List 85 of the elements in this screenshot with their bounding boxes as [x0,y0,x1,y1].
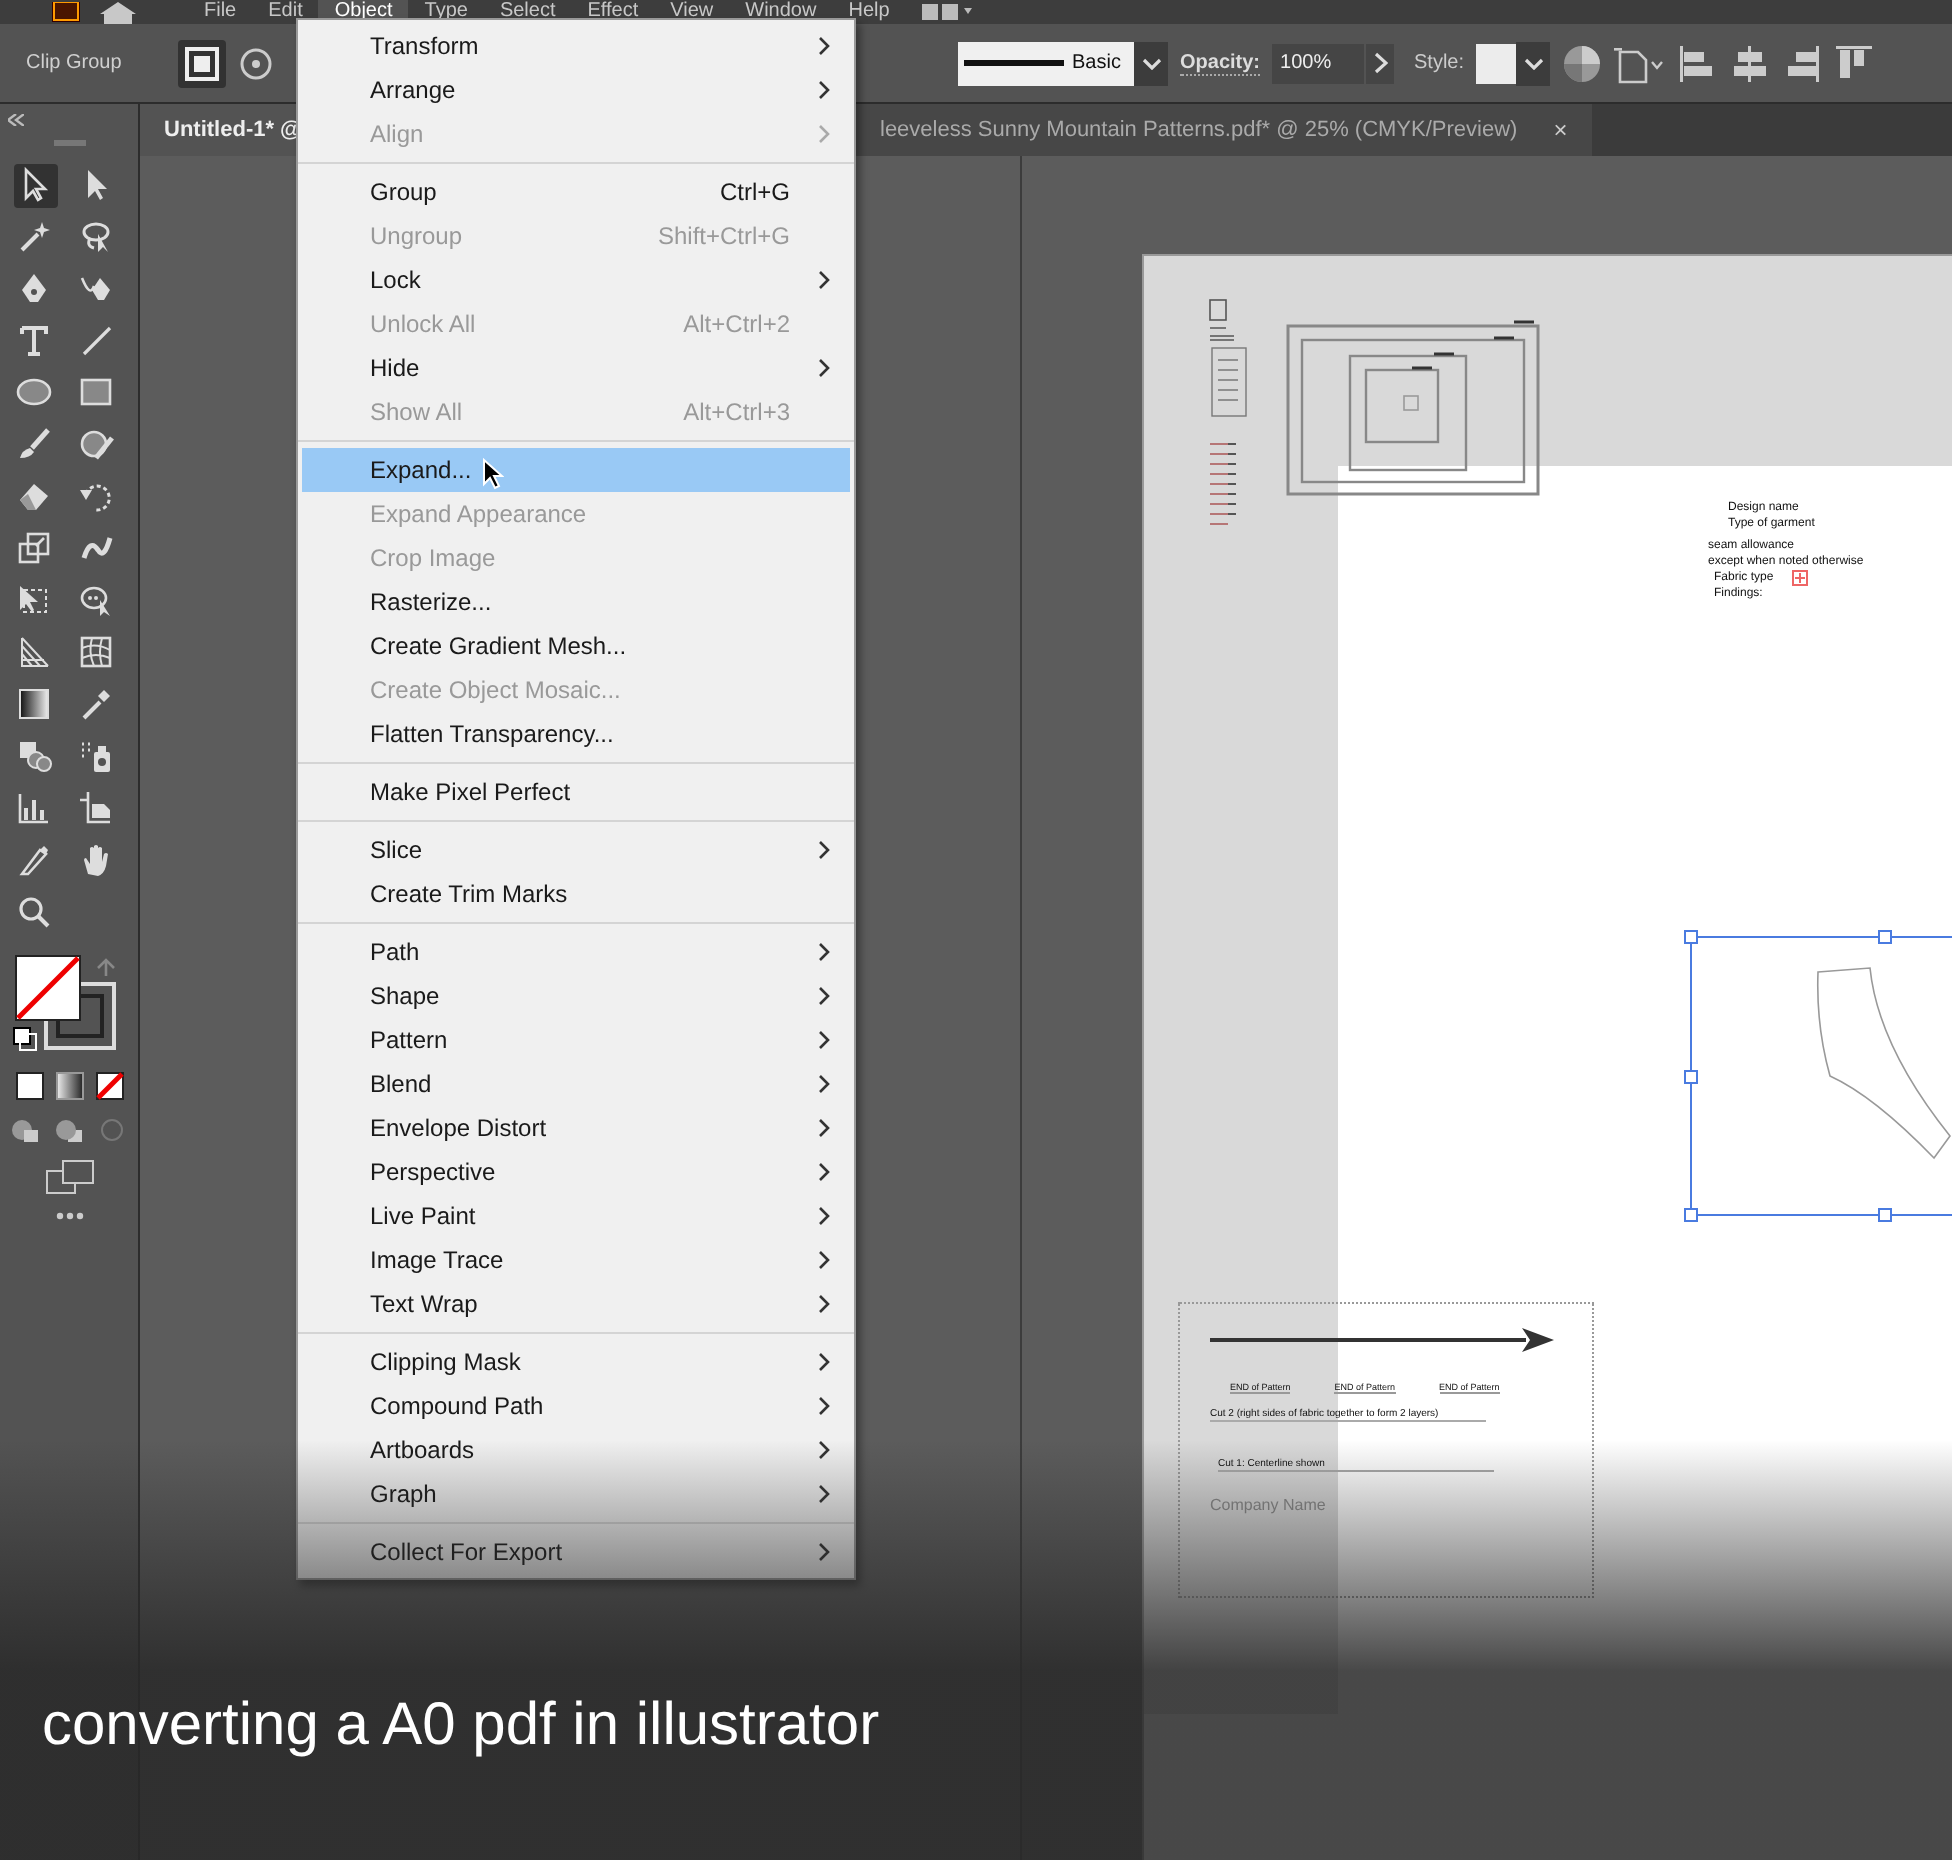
none-swatch-icon[interactable] [95,1072,123,1100]
menu-item[interactable]: Path [302,930,850,974]
resize-handle[interactable] [1684,1070,1698,1084]
document-tab[interactable]: leeveless Sunny Mountain Patterns.pdf* @ 25% (CMYK/Preview) × [856,104,1592,156]
menu-item[interactable]: Collect For Export [302,1530,850,1574]
tab-title: leeveless Sunny Mountain Patterns.pdf* @ 25% (CMYK/Preview) [880,118,1518,142]
menu-item[interactable]: Window [729,0,833,24]
menu-item[interactable]: Graph [302,1472,850,1516]
draw-behind-icon[interactable] [53,1116,85,1144]
menu-item[interactable]: Arrange [302,68,850,112]
opacity-field[interactable]: 100% [1272,43,1365,83]
shortcut-text: Alt+Ctrl+2 [683,310,790,338]
square-frame-icon[interactable] [184,45,220,81]
menu-item[interactable]: Compound Path [302,1384,850,1428]
menu-item[interactable]: Select [483,0,572,24]
align-center-icon[interactable] [1730,43,1771,83]
menu-item[interactable]: Perspective [302,1150,850,1194]
screen-mode-icon[interactable] [45,1160,93,1196]
menu-item[interactable]: Make Pixel Perfect [302,770,850,814]
menu-item[interactable]: Create Gradient Mesh... [302,624,850,668]
close-tab-button[interactable]: × [1553,116,1568,144]
stroke-line-icon [964,59,1064,67]
menu-item[interactable]: Hide [302,346,850,390]
shortcut-text: Ctrl+G [719,178,790,206]
menu-item[interactable]: Effect [571,0,655,24]
stroke-style-dropdown[interactable]: Basic [958,41,1134,85]
app-logo-icon [52,2,80,22]
selection-bounding-box[interactable] [1690,936,1952,1216]
dropdown-button[interactable] [1134,41,1168,85]
menu-item[interactable]: Live Paint [302,1194,850,1238]
menu-item[interactable]: Slice [302,828,850,872]
menu-item[interactable]: Expand... [302,448,850,492]
resize-handle[interactable] [1684,930,1698,944]
gradient-swatch-icon[interactable] [55,1072,83,1100]
target-circle-icon[interactable] [238,45,274,81]
menu-item[interactable]: Shape [302,974,850,1018]
chevron-down-icon [1523,57,1544,69]
opacity-arrow-button[interactable] [1366,43,1395,83]
menu-item[interactable]: Image Trace [302,1238,850,1282]
shortcut-text: Alt+Ctrl+3 [683,398,790,426]
menu-item[interactable]: Artboards [302,1428,850,1472]
chevron-right-icon [1373,52,1388,74]
shortcut-text: Shift+Ctrl+G [657,222,790,250]
grainline-arrow-icon [1210,1328,1554,1352]
menu-item[interactable]: Rasterize... [302,580,850,624]
menu-item[interactable]: Flatten Transparency... [302,712,850,756]
chevron-down-icon [1141,57,1161,69]
resize-handle[interactable] [1684,1208,1698,1222]
color-swatch-icon[interactable] [15,1072,43,1100]
resize-handle[interactable] [1878,930,1892,944]
opacity-label[interactable]: Opacity: [1180,51,1261,75]
align-top-icon[interactable] [1834,43,1875,83]
menu-item[interactable]: Group Ctrl+G [302,170,850,214]
menu-item[interactable]: Create Trim Marks [302,872,850,916]
workspace-icon[interactable] [921,4,974,20]
menu-item[interactable]: Blend [302,1062,850,1106]
menu-item[interactable]: Transform [302,24,850,68]
stroke-style-name: Basic [1072,52,1121,74]
collapse-double-arrow-icon[interactable] [8,114,24,127]
menu-item[interactable]: Pattern [302,1018,850,1062]
dropdown-button[interactable] [1516,41,1551,85]
resize-handle[interactable] [1878,1208,1892,1222]
video-caption: converting a A0 pdf in illustrator [40,1692,880,1762]
menu-item[interactable]: View [654,0,730,24]
menu-item[interactable]: Clipping Mask [302,1340,850,1384]
company-name-text: Company Name [1210,1496,1328,1514]
document-setup-icon[interactable] [1614,43,1667,83]
menu-item[interactable]: Envelope Distort [302,1106,850,1150]
menu-item[interactable]: Help [832,0,906,24]
more-dots-icon[interactable] [55,1212,83,1220]
panel-grip-icon [53,139,85,146]
menu-item[interactable]: Text Wrap [302,1282,850,1326]
menu-item[interactable]: Type [408,0,484,24]
menu-item[interactable]: Lock [302,258,850,302]
style-swatch[interactable] [1476,43,1517,83]
align-right-icon[interactable] [1782,43,1823,83]
menu-item[interactable]: Edit [252,0,319,24]
menu-item[interactable]: File [188,0,253,24]
selection-type-label: Clip Group [26,52,124,74]
center-marker-icon [1792,570,1808,586]
recolor-wheel-icon[interactable] [1562,43,1603,83]
mouse-pointer-icon [482,458,504,490]
draw-normal-icon[interactable] [9,1116,41,1144]
style-label: Style: [1414,52,1465,74]
home-icon[interactable] [96,1,140,23]
